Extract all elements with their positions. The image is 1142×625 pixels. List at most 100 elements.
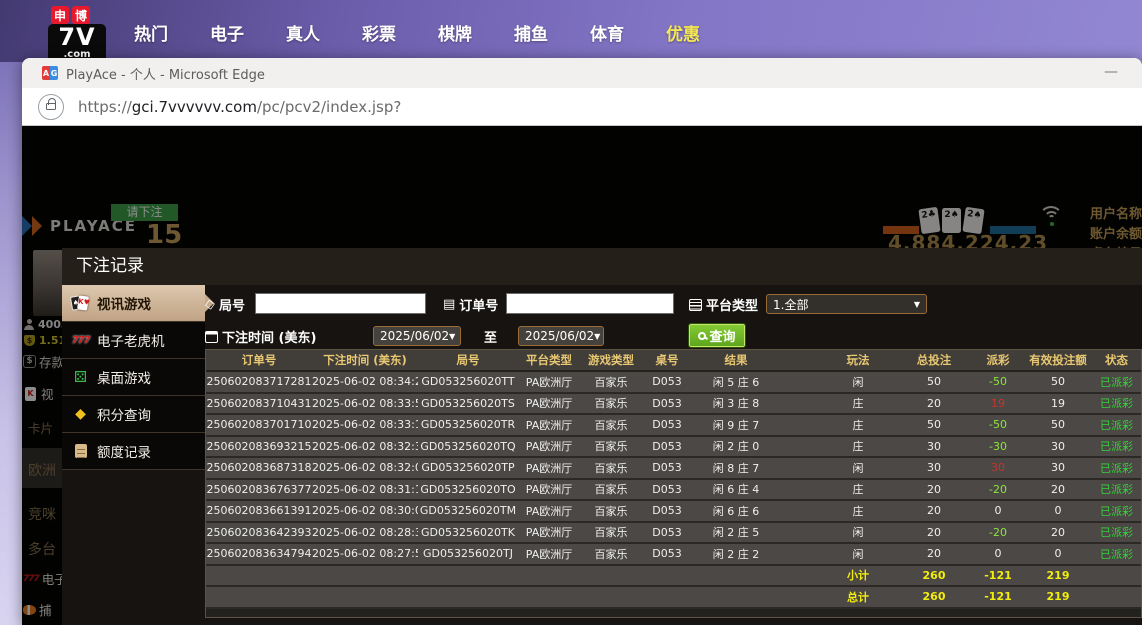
table-cell: 20 (898, 483, 970, 496)
nav-board[interactable]: 棋牌 (438, 20, 472, 45)
table-cell: -50 (970, 418, 1026, 431)
column-header: 订单号 (206, 352, 312, 368)
round-input[interactable] (255, 293, 426, 314)
total-cell: 小计 (818, 567, 898, 583)
table-cell: 百家乐 (580, 503, 642, 519)
table-cell: 20 (898, 504, 970, 517)
table-cell: 已派彩 (1090, 503, 1142, 519)
slot-777-icon: 777 (71, 335, 90, 346)
table-cell: 2025-06-02 08:30:04 (312, 504, 418, 517)
modal-title: 下注记录 (62, 248, 1142, 285)
table-cell: 已派彩 (1090, 395, 1142, 411)
logo-main-text: 7V (48, 24, 106, 50)
chevron-down-icon: ▼ (594, 332, 600, 341)
diamond-icon: ◆ (71, 406, 90, 422)
site-logo[interactable]: 7V .com 申 博 (48, 4, 108, 62)
table-cell: 250602083634794 (206, 547, 312, 560)
table-cell: 30 (898, 461, 970, 474)
logo-badges: 申 博 (51, 6, 90, 24)
modal-panel: ◇ 局号 ▤ 订单号 平台类型 1.全部▼ (205, 285, 1142, 625)
table-cell: 20 (1026, 526, 1090, 539)
table-cell: 百家乐 (580, 395, 642, 411)
table-cell: 50 (898, 375, 970, 388)
table-cell: D053 (642, 504, 692, 517)
table-cell: 0 (970, 547, 1026, 560)
menu-item-table-games[interactable]: ⚄ 桌面游戏 (62, 359, 205, 396)
menu-item-slots[interactable]: 777 电子老虎机 (62, 322, 205, 359)
table-cell: 19 (970, 397, 1026, 410)
table-cell: 已派彩 (1090, 417, 1142, 433)
table-row: 2506020837172812025-06-02 08:34:28GD0532… (206, 372, 1141, 394)
table-cell: GD053256020TK (418, 526, 518, 539)
minimize-button[interactable]: — (1098, 62, 1124, 84)
subtotal-row: 小计260-121219 (206, 566, 1141, 588)
table-cell: 0 (1026, 547, 1090, 560)
total-cell: -121 (970, 569, 1026, 582)
table-body: 2506020837172812025-06-02 08:34:28GD0532… (206, 372, 1141, 609)
menu-item-video-games[interactable]: ♠K♥ 视讯游戏 (62, 285, 205, 322)
table-cell: 庄 (818, 438, 898, 454)
dice-icon: ⚄ (71, 368, 90, 386)
nav-fishing[interactable]: 捕鱼 (514, 20, 548, 45)
url-text[interactable]: https://gci.7vvvvvv.com/pc/pcv2/index.js… (78, 98, 401, 116)
table-cell: 百家乐 (580, 481, 642, 497)
table-cell: 庄 (818, 395, 898, 411)
site-nav: 热门 电子 真人 彩票 棋牌 捕鱼 体育 优惠 (134, 20, 700, 45)
clipboard-icon: ▤ (443, 297, 455, 312)
nav-slots[interactable]: 电子 (210, 20, 244, 45)
nav-sports[interactable]: 体育 (590, 20, 624, 45)
nav-hot[interactable]: 热门 (134, 20, 168, 45)
table-cell: 闲 (818, 460, 898, 476)
platform-filter-label: 平台类型 (689, 295, 758, 314)
table-cell: 2025-06-02 08:34:28 (312, 375, 418, 388)
nav-promo[interactable]: 优惠 (666, 20, 700, 45)
table-cell: 50 (898, 418, 970, 431)
nav-live[interactable]: 真人 (286, 20, 320, 45)
query-button[interactable]: 查询 (689, 324, 745, 347)
table-cell: 250602083676377 (206, 483, 312, 496)
nav-lottery[interactable]: 彩票 (362, 20, 396, 45)
round-filter-label: ◇ 局号 (205, 295, 245, 314)
order-input[interactable] (506, 293, 674, 314)
table-cell: 庄 (818, 417, 898, 433)
magnifier-icon (698, 332, 706, 340)
table-cell: 闲 5 庄 6 (692, 374, 780, 390)
menu-item-credit-log[interactable]: 额度记录 (62, 433, 205, 470)
table-cell: 闲 9 庄 7 (692, 417, 780, 433)
table-cell: PA欧洲厅 (518, 546, 580, 562)
lock-icon[interactable] (38, 94, 64, 120)
table-cell: PA欧洲厅 (518, 503, 580, 519)
table-cell: 30 (1026, 461, 1090, 474)
total-cell: 219 (1026, 569, 1090, 582)
table-cell: 庄 (818, 503, 898, 519)
table-cell: 50 (1026, 418, 1090, 431)
date-from-select[interactable]: 2025/06/02▼ (373, 326, 461, 346)
table-cell: 庄 (818, 481, 898, 497)
table-cell: 百家乐 (580, 438, 642, 454)
table-cell: 0 (970, 504, 1026, 517)
table-cell: D053 (642, 397, 692, 410)
table-cell: 250602083701710 (206, 418, 312, 431)
table-cell: D053 (642, 440, 692, 453)
table-cell: PA欧洲厅 (518, 460, 580, 476)
menu-item-points[interactable]: ◆ 积分查询 (62, 396, 205, 433)
table-cell: 百家乐 (580, 460, 642, 476)
table-cell: 20 (898, 526, 970, 539)
column-header: 总投注 (898, 352, 970, 368)
table-cell: 闲 6 庄 6 (692, 503, 780, 519)
table-cell: 已派彩 (1090, 460, 1142, 476)
column-header: 游戏类型 (580, 352, 642, 368)
bet-records-table: 订单号下注时间 (美东)局号平台类型游戏类型桌号结果玩法总投注派彩有效投注额状态… (205, 349, 1142, 618)
platform-select[interactable]: 1.全部▼ (766, 294, 927, 314)
page-content: PLAYACE 请下注 15 2♣ 2♠ 2♠ 4,884,224.23 用户名… (22, 126, 1142, 625)
window-titlebar: AG PlayAce - 个人 - Microsoft Edge — (22, 58, 1142, 88)
table-cell: 百家乐 (580, 417, 642, 433)
total-cell: 260 (898, 590, 970, 603)
table-cell: 250602083642393 (206, 526, 312, 539)
date-to-select[interactable]: 2025/06/02▼ (518, 326, 604, 346)
table-cell: D053 (642, 483, 692, 496)
table-cell: GD053256020TJ (418, 547, 518, 560)
table-cell: 已派彩 (1090, 481, 1142, 497)
table-cell: GD053256020TQ (418, 440, 518, 453)
address-bar[interactable]: https://gci.7vvvvvv.com/pc/pcv2/index.js… (22, 88, 1142, 126)
